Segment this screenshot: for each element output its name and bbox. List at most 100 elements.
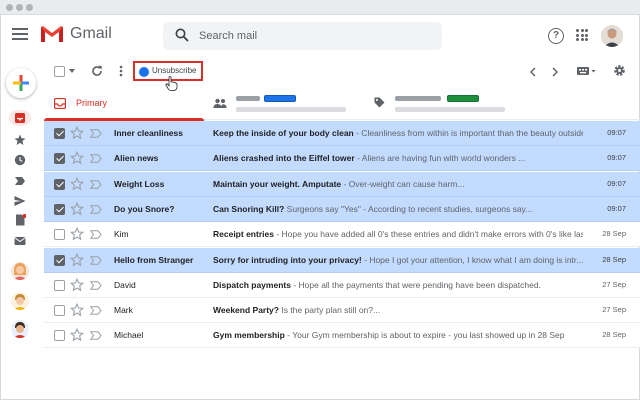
email-date: 27 Sep xyxy=(602,305,626,315)
more-options-icon[interactable] xyxy=(119,65,123,77)
man-portrait-icon xyxy=(11,292,29,310)
email-date: 28 Sep xyxy=(602,254,626,264)
email-row-checkbox[interactable] xyxy=(54,229,65,241)
importance-marker-icon[interactable] xyxy=(90,281,102,290)
tab-social-placeholder xyxy=(236,96,260,101)
contact-avatar[interactable] xyxy=(11,320,29,338)
window-dot-icon xyxy=(6,4,13,11)
account-avatar[interactable] xyxy=(601,25,623,47)
important-icon[interactable] xyxy=(14,175,26,187)
star-icon[interactable] xyxy=(70,277,84,292)
woman-portrait-icon xyxy=(11,262,29,280)
settings-gear-icon[interactable] xyxy=(613,64,626,77)
star-icon[interactable] xyxy=(70,227,84,241)
apps-grid-icon[interactable] xyxy=(576,29,588,41)
refresh-icon[interactable] xyxy=(91,65,103,77)
input-tools-icon[interactable] xyxy=(577,67,597,76)
email-sender: Inner cleanliness xyxy=(114,128,183,138)
sent-icon[interactable] xyxy=(14,195,26,207)
email-row[interactable]: Alien news Aliens crashed into the Eiffe… xyxy=(44,146,640,172)
help-icon[interactable]: ? xyxy=(548,28,564,44)
email-row[interactable]: Michael Gym membership - Your Gym member… xyxy=(44,323,640,349)
email-row[interactable]: Weight Loss Maintain your weight. Amputa… xyxy=(44,171,640,197)
category-tabs: Primary xyxy=(44,88,640,121)
email-row[interactable]: Inner cleanliness Keep the inside of you… xyxy=(44,121,640,146)
search-input[interactable] xyxy=(199,22,429,50)
main-menu-icon[interactable] xyxy=(12,28,28,42)
importance-marker-icon[interactable] xyxy=(90,331,102,341)
email-row[interactable]: Do you Snore? Can Snoring Kill? Surgeons… xyxy=(44,196,640,222)
email-preview: Maintain your weight. Amputate - Over-we… xyxy=(213,179,583,189)
window-titlebar xyxy=(0,0,640,15)
all-mail-icon[interactable] xyxy=(14,235,26,247)
tab-promotions-badge xyxy=(447,95,479,102)
compose-button[interactable] xyxy=(6,68,36,98)
email-row[interactable]: Mark Weekend Party? Is the party plan st… xyxy=(44,298,640,324)
email-row-checkbox[interactable] xyxy=(54,254,65,266)
email-row-checkbox[interactable] xyxy=(54,203,65,215)
email-row-checkbox[interactable] xyxy=(54,330,65,342)
importance-marker-icon[interactable] xyxy=(90,154,102,163)
star-icon[interactable] xyxy=(70,328,84,342)
email-subject: Aliens crashed into the Eiffel tower xyxy=(213,153,355,164)
email-sender: Michael xyxy=(114,330,144,341)
tab-promotions-placeholder xyxy=(395,96,441,101)
star-icon[interactable] xyxy=(70,252,84,267)
older-page-icon[interactable] xyxy=(552,67,558,77)
newer-page-icon[interactable] xyxy=(530,67,536,77)
email-snippet: - Over-weight can cause harm... xyxy=(341,178,465,189)
drafts-icon[interactable] xyxy=(14,214,26,226)
email-snippet: Surgeons say "Yes" - According to recent… xyxy=(284,203,533,214)
email-row-checkbox[interactable] xyxy=(54,279,65,291)
email-row[interactable]: David Dispatch payments - Hope all the p… xyxy=(44,272,640,298)
importance-marker-icon[interactable] xyxy=(90,306,102,315)
email-preview: Gym membership - Your Gym membership is … xyxy=(213,330,583,340)
star-icon[interactable] xyxy=(70,201,84,216)
contact-avatar[interactable] xyxy=(11,262,29,280)
importance-marker-icon[interactable] xyxy=(90,205,102,214)
user-portrait-icon xyxy=(601,25,623,47)
search-bar[interactable] xyxy=(163,22,442,50)
select-dropdown-icon[interactable] xyxy=(69,69,75,73)
tab-primary[interactable]: Primary xyxy=(44,88,204,121)
gmail-logo[interactable]: Gmail xyxy=(40,25,112,43)
search-icon[interactable] xyxy=(175,28,189,42)
email-date: 27 Sep xyxy=(602,279,626,289)
select-all-checkbox[interactable] xyxy=(54,66,65,77)
star-icon[interactable] xyxy=(70,151,84,165)
email-row[interactable]: Hello from Stranger Sorry for intruding … xyxy=(44,247,640,273)
plus-icon xyxy=(13,75,29,91)
email-row-checkbox[interactable] xyxy=(54,153,65,165)
email-subject: Sorry for intruding into your privacy! xyxy=(213,254,362,265)
email-sender: David xyxy=(114,279,136,290)
star-icon[interactable] xyxy=(70,176,84,191)
star-icon[interactable] xyxy=(70,126,84,140)
tab-promotions[interactable] xyxy=(372,88,532,120)
email-sender: Mark xyxy=(114,305,133,316)
email-date: 09:07 xyxy=(607,128,626,137)
email-subject: Keep the inside of your body clean xyxy=(213,128,354,138)
email-preview: Sorry for intruding into your privacy! -… xyxy=(213,255,583,265)
email-row-checkbox[interactable] xyxy=(54,128,65,139)
unsubscribe-label: Unsubscribe xyxy=(152,66,197,75)
people-icon xyxy=(213,98,227,108)
tab-social[interactable] xyxy=(208,88,368,120)
importance-marker-icon[interactable] xyxy=(90,255,102,265)
email-sender: Alien news xyxy=(114,153,159,164)
email-subject: Receipt entries xyxy=(213,229,274,240)
importance-marker-icon[interactable] xyxy=(90,179,102,189)
starred-icon[interactable] xyxy=(14,134,26,146)
star-icon[interactable] xyxy=(70,303,84,317)
tab-promotions-snippet-placeholder xyxy=(395,107,505,112)
email-row[interactable]: Kim Receipt entries - Hope you have adde… xyxy=(44,222,640,248)
email-row-checkbox[interactable] xyxy=(54,178,65,190)
inbox-icon[interactable] xyxy=(14,112,26,124)
snoozed-clock-icon[interactable] xyxy=(14,154,26,166)
importance-marker-icon[interactable] xyxy=(90,129,102,138)
email-preview: Receipt entries - Hope you have added al… xyxy=(213,229,583,239)
window-dot-icon xyxy=(26,4,33,11)
email-row-checkbox[interactable] xyxy=(54,305,65,317)
contact-avatar[interactable] xyxy=(11,292,29,310)
importance-marker-icon[interactable] xyxy=(90,230,102,239)
email-snippet: - Hope I got your attention, I know what… xyxy=(361,254,583,265)
